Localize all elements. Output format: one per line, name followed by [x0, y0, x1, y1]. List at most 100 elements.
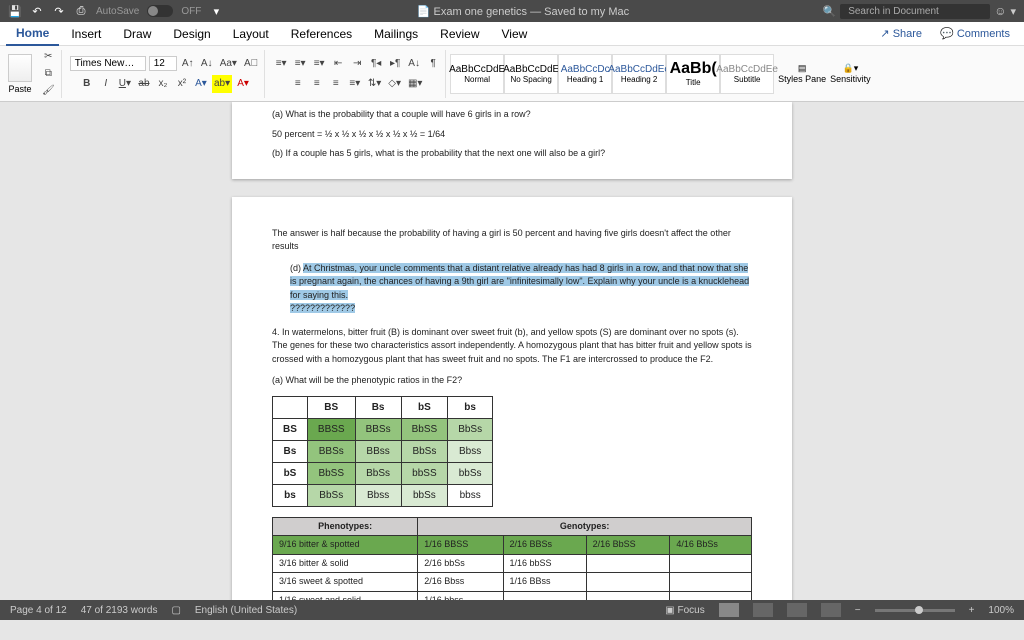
phenotype-table: Phenotypes:Genotypes: 9/16 bitter & spot…	[272, 517, 752, 611]
tab-home[interactable]: Home	[6, 22, 59, 46]
text-q4a: (a) What will be the phenotypic ratios i…	[272, 374, 752, 388]
font-name-dropdown[interactable]: Times New…	[70, 56, 146, 71]
style-normal[interactable]: AaBbCcDdENormal	[450, 54, 504, 94]
paste-button[interactable]: Paste	[8, 54, 32, 94]
style-subtitle[interactable]: AaBbCcDdEeSubtitle	[720, 54, 774, 94]
paragraph-group: ≡▾ ≡▾ ≡▾ ⇤ ⇥ ¶◂ ▸¶ A↓ ¶ ≡ ≡ ≡ ≡▾ ⇅▾ ◇▾ ▦…	[269, 50, 446, 98]
status-language[interactable]: English (United States)	[195, 605, 297, 616]
search-input[interactable]: Search in Document	[840, 4, 990, 19]
font-color-icon[interactable]: A▾	[235, 75, 251, 93]
page-current: The answer is half because the probabili…	[232, 197, 792, 621]
document-viewport[interactable]: (a) What is the probability that a coupl…	[0, 102, 1024, 620]
align-left-icon[interactable]: ≡	[290, 75, 306, 93]
cut-icon[interactable]: ✂	[40, 50, 56, 65]
change-case-icon[interactable]: Aa▾	[218, 55, 239, 73]
feedback-dropdown-icon[interactable]: ▾	[1010, 5, 1016, 18]
tab-insert[interactable]: Insert	[61, 23, 111, 45]
undo-icon[interactable]: ↶	[30, 4, 44, 18]
focus-mode-button[interactable]: ▣ Focus	[665, 605, 704, 616]
rtl-icon[interactable]: ▸¶	[387, 55, 403, 73]
share-button[interactable]: ↗ Share	[872, 23, 930, 44]
autosave-toggle[interactable]	[147, 5, 173, 17]
multilevel-list-icon[interactable]: ≡▾	[311, 55, 327, 73]
tab-view[interactable]: View	[492, 23, 538, 45]
bullets-icon[interactable]: ≡▾	[273, 55, 289, 73]
font-size-dropdown[interactable]: 12	[149, 56, 177, 71]
zoom-slider[interactable]	[875, 609, 955, 612]
tab-draw[interactable]: Draw	[113, 23, 161, 45]
status-page[interactable]: Page 4 of 12	[10, 605, 67, 616]
underline-button[interactable]: U▾	[117, 75, 133, 93]
style-heading2[interactable]: AaBbCcDdEeHeading 2	[612, 54, 666, 94]
title-bar: 💾 ↶ ↷ ⎙ AutoSave OFF ▾ 📄 Exam one geneti…	[0, 0, 1024, 22]
sensitivity-button[interactable]: 🔒▾ Sensitivity	[830, 63, 871, 84]
italic-button[interactable]: I	[98, 75, 114, 93]
bold-button[interactable]: B	[79, 75, 95, 93]
superscript-button[interactable]: x²	[174, 75, 190, 93]
copy-icon[interactable]: ⧉	[40, 66, 56, 81]
tab-review[interactable]: Review	[430, 23, 489, 45]
page-prev-bottom: (a) What is the probability that a coupl…	[232, 102, 792, 179]
increase-indent-icon[interactable]: ⇥	[349, 55, 365, 73]
borders-icon[interactable]: ▦▾	[406, 75, 424, 93]
text-qa: (a) What is the probability that a coupl…	[272, 108, 752, 122]
line-spacing-icon[interactable]: ⇅▾	[366, 75, 383, 93]
styles-pane-icon: ▤	[798, 63, 807, 74]
punnett-table: BSBsbSbs BSBBSSBBSsBbSSBbSs BsBBSsBBssBb…	[272, 396, 493, 507]
justify-icon[interactable]: ≡▾	[347, 75, 363, 93]
strike-button[interactable]: ab	[136, 75, 152, 93]
spellcheck-icon[interactable]: ▢	[171, 605, 180, 616]
tab-mailings[interactable]: Mailings	[364, 23, 428, 45]
tab-layout[interactable]: Layout	[223, 23, 279, 45]
window-title: 📄 Exam one genetics — Saved to my Mac	[223, 5, 822, 18]
numbering-icon[interactable]: ≡▾	[292, 55, 308, 73]
customize-qat-icon[interactable]: ▾	[209, 4, 223, 18]
zoom-out-button[interactable]: −	[855, 605, 861, 616]
text-ans-a: 50 percent = ½ x ½ x ½ x ½ x ½ x ½ = 1/6…	[272, 128, 752, 142]
tab-design[interactable]: Design	[163, 23, 220, 45]
styles-gallery: AaBbCcDdENormal AaBbCcDdENo Spacing AaBb…	[450, 54, 774, 94]
text-qb: (b) If a couple has 5 girls, what is the…	[272, 147, 752, 161]
align-center-icon[interactable]: ≡	[309, 75, 325, 93]
ribbon: Paste ✂ ⧉ 🖌 Times New… 12 A↑ A↓ Aa▾ A⃠ B…	[0, 46, 1024, 102]
status-words[interactable]: 47 of 2193 words	[81, 605, 158, 616]
align-right-icon[interactable]: ≡	[328, 75, 344, 93]
sensitivity-icon: 🔒▾	[843, 63, 859, 74]
show-marks-icon[interactable]: ¶	[425, 55, 441, 73]
share-label: Share	[893, 28, 922, 40]
redo-icon[interactable]: ↷	[52, 4, 66, 18]
increase-font-icon[interactable]: A↑	[180, 55, 196, 73]
search-magnifier-icon: 🔍	[823, 5, 837, 18]
styles-pane-button[interactable]: ▤ Styles Pane	[778, 63, 826, 84]
save-icon[interactable]: 💾	[8, 4, 22, 18]
zoom-level[interactable]: 100%	[988, 605, 1014, 616]
style-heading1[interactable]: AaBbCcDcHeading 1	[558, 54, 612, 94]
text-effects-icon[interactable]: A▾	[193, 75, 209, 93]
comments-button[interactable]: 💬 Comments	[932, 23, 1018, 44]
document-title: Exam one genetics — Saved to my Mac	[433, 6, 629, 18]
style-no-spacing[interactable]: AaBbCcDdENo Spacing	[504, 54, 558, 94]
shading-icon[interactable]: ◇▾	[386, 75, 403, 93]
autosave-state: OFF	[181, 6, 201, 17]
selected-text-2[interactable]: ?????????????	[290, 303, 355, 313]
clear-formatting-icon[interactable]: A⃠	[242, 55, 260, 73]
subscript-button[interactable]: x₂	[155, 75, 171, 93]
decrease-font-icon[interactable]: A↓	[199, 55, 215, 73]
clipboard-group-extra: ✂ ⧉ 🖌	[36, 50, 62, 98]
print-icon[interactable]: ⎙	[74, 4, 88, 18]
view-web-icon[interactable]	[753, 603, 773, 617]
text-ans-b: The answer is half because the probabili…	[272, 227, 752, 254]
feedback-icon[interactable]: ☺	[994, 4, 1006, 18]
style-title[interactable]: AaBb(Title	[666, 54, 720, 94]
decrease-indent-icon[interactable]: ⇤	[330, 55, 346, 73]
sort-icon[interactable]: A↓	[406, 55, 422, 73]
highlight-color-icon[interactable]: ab▾	[212, 75, 232, 93]
view-outline-icon[interactable]	[787, 603, 807, 617]
zoom-in-button[interactable]: +	[969, 605, 975, 616]
ltr-icon[interactable]: ¶◂	[368, 55, 384, 73]
view-draft-icon[interactable]	[821, 603, 841, 617]
tab-references[interactable]: References	[281, 23, 362, 45]
view-print-icon[interactable]	[719, 603, 739, 617]
selected-text[interactable]: At Christmas, your uncle comments that a…	[290, 263, 749, 300]
format-painter-icon[interactable]: 🖌	[40, 83, 57, 98]
